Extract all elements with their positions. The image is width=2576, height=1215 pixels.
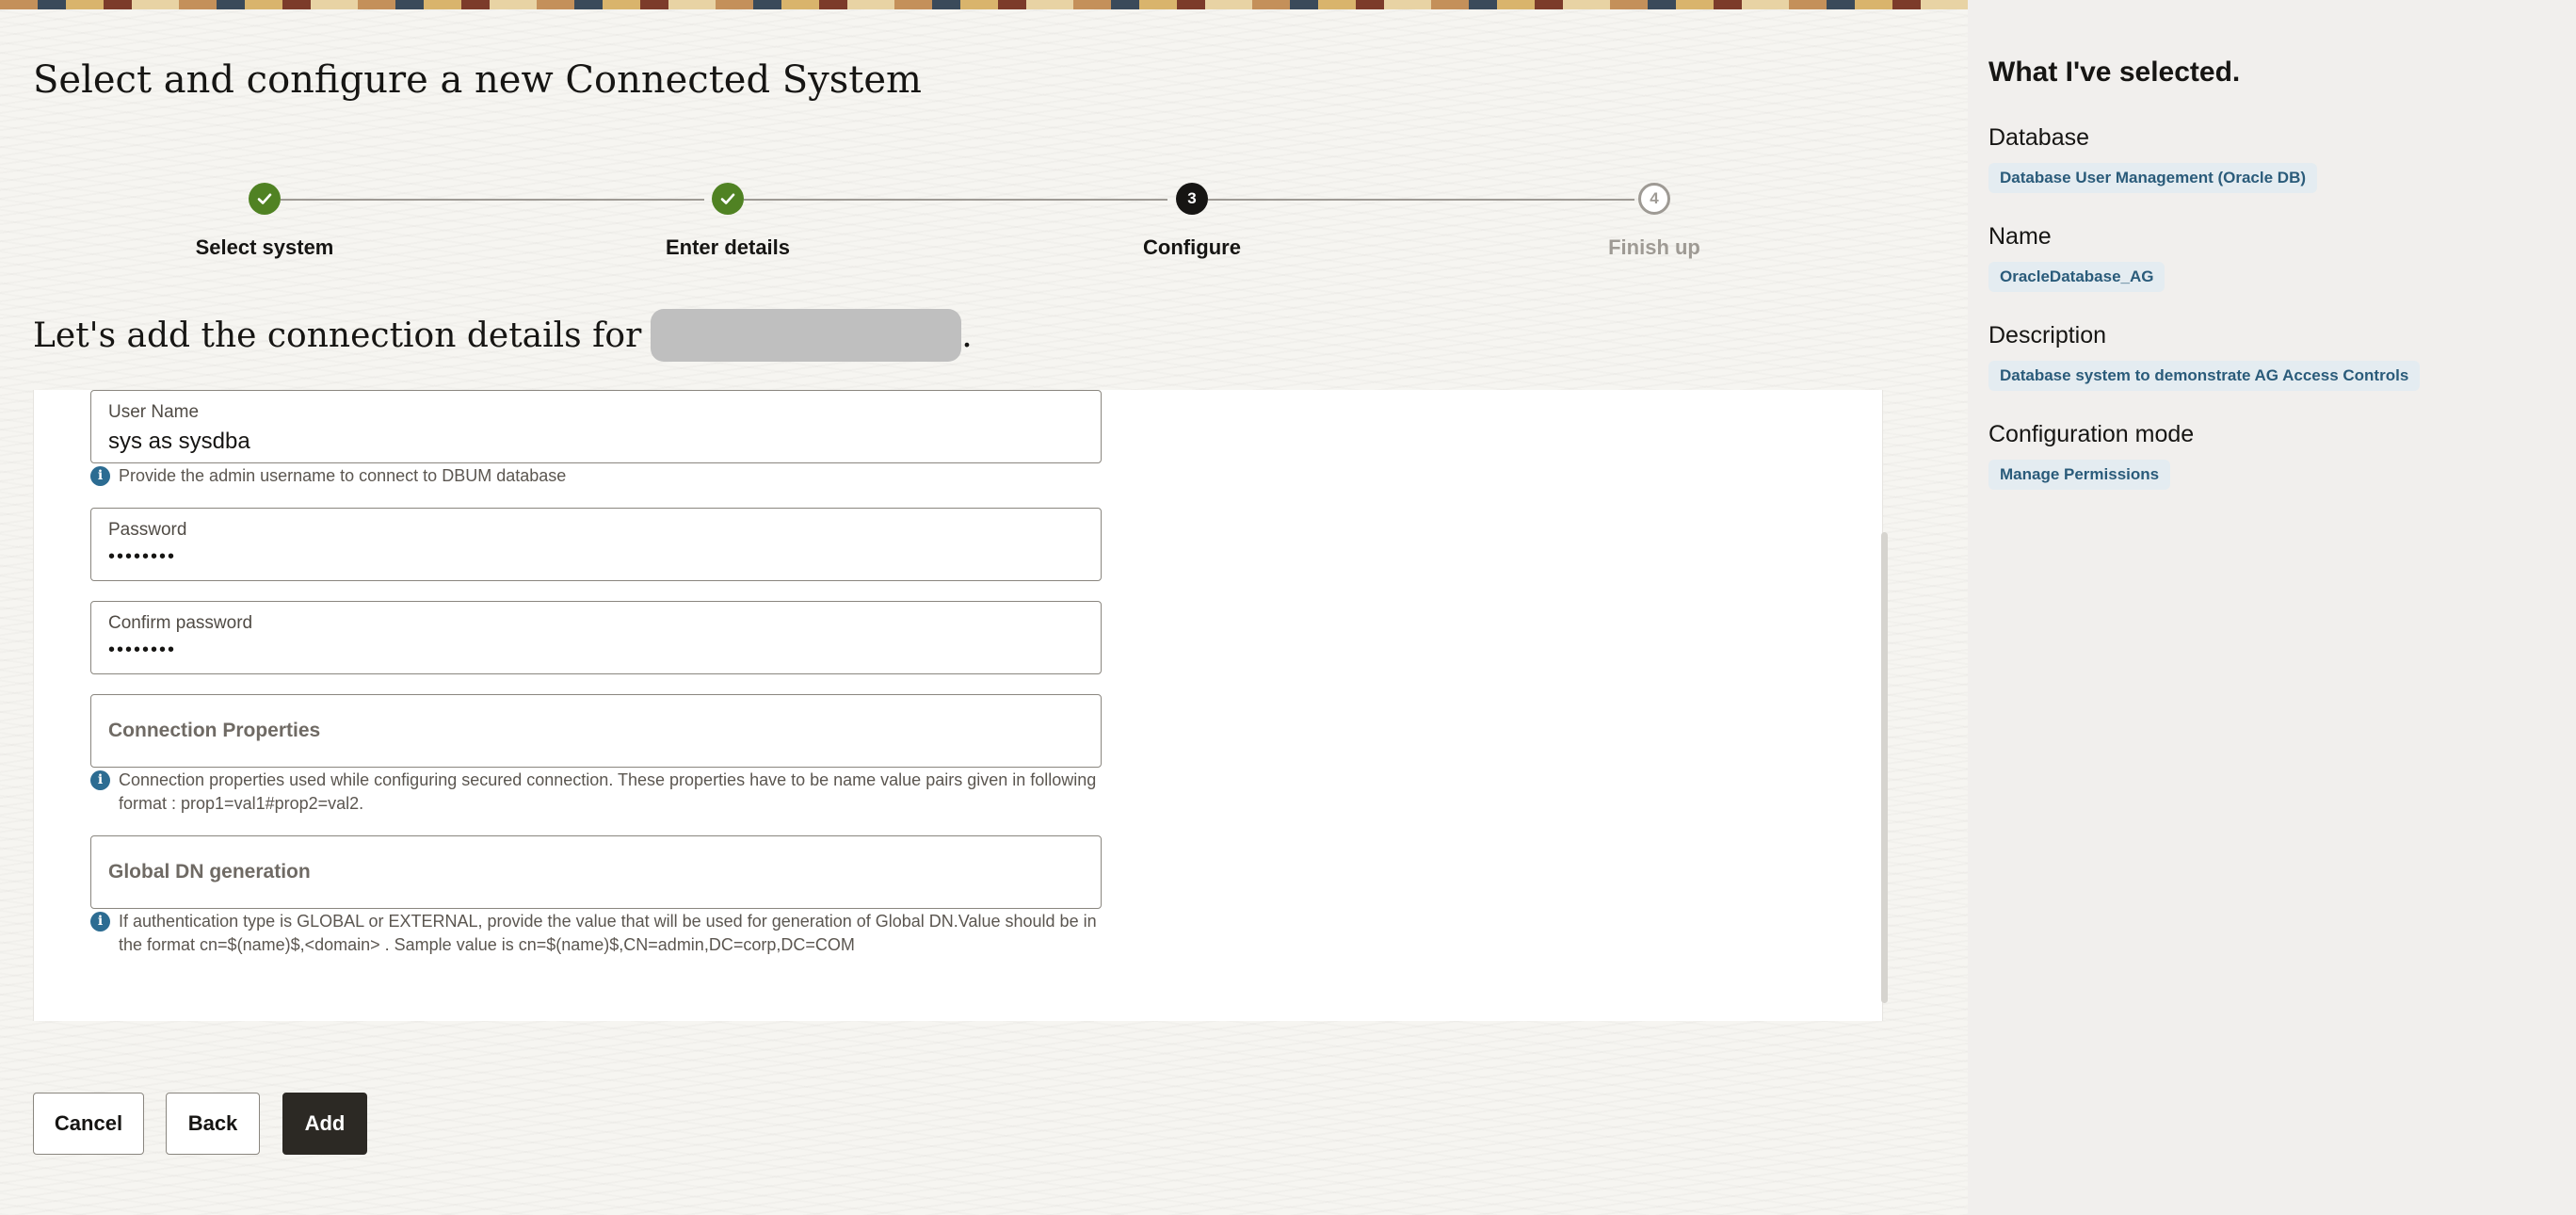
password-value[interactable]: •••••••• [108, 546, 176, 567]
step-connector [1208, 199, 1634, 201]
user-name-value[interactable]: sys as sysdba [108, 429, 250, 454]
summary-description: Description Database system to demonstra… [1988, 322, 2576, 391]
add-button[interactable]: Add [282, 1093, 367, 1155]
connection-heading-suffix: . [961, 316, 973, 355]
summary-database-chip: Database User Management (Oracle DB) [1988, 163, 2318, 193]
step-1-label: Select system [195, 235, 334, 259]
connection-properties-help: i Connection properties used while confi… [90, 769, 1107, 816]
summary-name: Name OracleDatabase_AG [1988, 223, 2576, 292]
info-icon: i [90, 912, 110, 932]
step-2-label: Enter details [665, 235, 791, 259]
summary-name-label: Name [1988, 223, 2052, 250]
summary-configuration-mode-chip: Manage Permissions [1988, 460, 2171, 490]
user-name-help: i Provide the admin username to connect … [90, 464, 1107, 488]
confirm-password-label: Confirm password [108, 613, 253, 633]
step-1-check-icon [249, 183, 281, 215]
connection-heading: Let's add the connection details for . [33, 309, 973, 362]
connection-properties-help-text: Connection properties used while configu… [119, 770, 1097, 813]
connection-properties-field[interactable]: Connection Properties [90, 694, 1102, 768]
summary-database-label: Database [1988, 124, 2090, 151]
page-title: Select and configure a new Connected Sys… [33, 58, 922, 102]
user-name-label: User Name [108, 402, 200, 422]
password-label: Password [108, 520, 187, 540]
info-icon: i [90, 770, 110, 790]
step-connector [744, 199, 1167, 201]
step-connector [281, 199, 704, 201]
summary-name-chip: OracleDatabase_AG [1988, 262, 2165, 292]
user-name-help-text: Provide the admin username to connect to… [119, 466, 567, 485]
form-scrollbar[interactable] [1881, 532, 1888, 1003]
global-dn-help: i If authentication type is GLOBAL or EX… [90, 910, 1107, 957]
summary-configuration-mode-label: Configuration mode [1988, 421, 2195, 447]
summary-title: What I've selected. [1988, 57, 2241, 88]
summary-configuration-mode: Configuration mode Manage Permissions [1988, 421, 2576, 490]
info-icon: i [90, 466, 110, 486]
redacted-system-name [651, 309, 962, 362]
step-4-number: 4 [1638, 183, 1670, 215]
global-dn-help-text: If authentication type is GLOBAL or EXTE… [119, 912, 1097, 954]
banner-strip [0, 0, 1968, 9]
step-3-label: Configure [1143, 235, 1241, 259]
cancel-button[interactable]: Cancel [33, 1093, 144, 1155]
confirm-password-field[interactable]: Confirm password •••••••• [90, 601, 1102, 674]
summary-description-label: Description [1988, 322, 2107, 348]
progress-stepper: 3 4 Select system Enter details Configur… [0, 171, 1968, 275]
step-2-check-icon [712, 183, 744, 215]
password-field[interactable]: Password •••••••• [90, 508, 1102, 581]
user-name-field[interactable]: User Name sys as sysdba [90, 390, 1102, 463]
summary-description-chip: Database system to demonstrate AG Access… [1988, 361, 2421, 391]
global-dn-label: Global DN generation [108, 861, 311, 883]
connection-heading-text: Let's add the connection details for [33, 316, 642, 355]
global-dn-field[interactable]: Global DN generation [90, 835, 1102, 909]
confirm-password-value[interactable]: •••••••• [108, 640, 176, 660]
step-4-label: Finish up [1608, 235, 1700, 259]
connection-properties-label: Connection Properties [108, 720, 321, 741]
summary-database: Database Database User Management (Oracl… [1988, 124, 2576, 193]
selection-summary-panel: What I've selected. Database Database Us… [1968, 0, 2576, 1215]
step-3-number: 3 [1176, 183, 1208, 215]
back-button[interactable]: Back [166, 1093, 260, 1155]
